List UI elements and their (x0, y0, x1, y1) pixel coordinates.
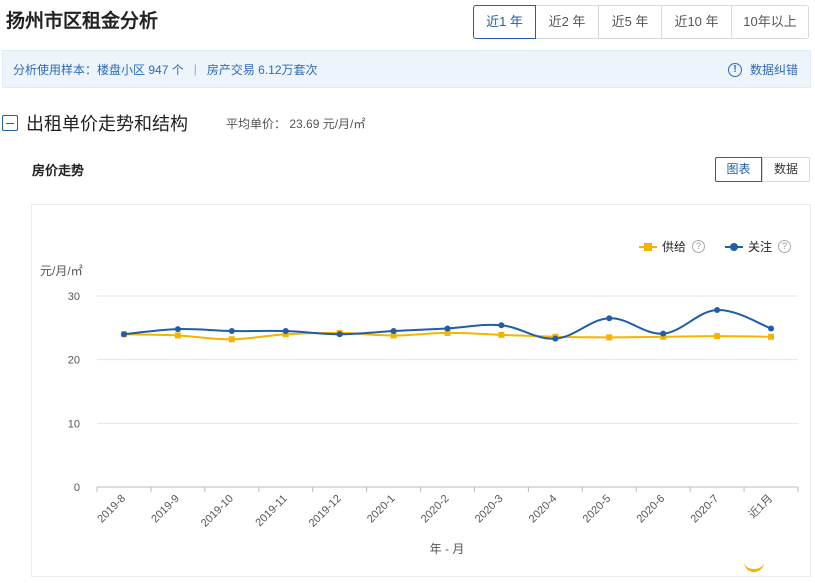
attention-data-point[interactable] (120, 331, 127, 338)
attention-data-point[interactable] (174, 326, 181, 333)
supply-data-point[interactable] (174, 332, 181, 339)
attention-data-point[interactable] (714, 307, 721, 314)
supply-data-point[interactable] (714, 333, 721, 340)
rent-trend-chart: 0 10 20 30 2019-8 2019-9 2019-10 2019-11 2019-12… (40, 264, 799, 556)
attention-legend-marker (725, 242, 743, 252)
legend-supply[interactable]: 供给 ? (639, 238, 706, 255)
x-tick-label: 2020-4 (527, 493, 560, 526)
x-tick-label: 近1月 (746, 492, 775, 521)
attention-data-point[interactable] (336, 331, 343, 338)
attention-data-point[interactable] (228, 328, 235, 335)
x-tick-label: 2020-3 (473, 493, 506, 526)
y-tick-label: 20 (68, 355, 80, 367)
x-tick-label: 2020-1 (365, 493, 398, 526)
x-tick-label: 2020-5 (581, 493, 614, 526)
attention-data-point[interactable] (282, 328, 289, 335)
attention-data-point[interactable] (552, 335, 559, 342)
y-axis-label: 元/月/㎡ (40, 264, 83, 278)
help-icon[interactable]: ? (692, 240, 706, 253)
x-tick-label: 2020-6 (635, 493, 668, 526)
supply-data-point[interactable] (768, 333, 775, 340)
x-tick-label: 2020-7 (689, 493, 722, 526)
supply-data-point[interactable] (228, 336, 235, 343)
legend-attention[interactable]: 关注 ? (725, 238, 792, 255)
attention-data-point[interactable] (390, 328, 397, 335)
help-icon[interactable]: ? (778, 240, 792, 253)
x-tick-label: 2020-2 (419, 493, 452, 526)
attention-data-point[interactable] (660, 330, 667, 337)
x-tick-label: 2019-11 (253, 493, 289, 529)
supply-legend-marker (639, 242, 657, 252)
x-tick-label: 2019-8 (95, 493, 128, 526)
attention-data-point[interactable] (768, 325, 775, 332)
supply-data-point[interactable] (606, 334, 613, 341)
y-tick-label: 10 (68, 418, 80, 430)
legend-attention-label: 关注 (748, 240, 773, 254)
x-tick-label: 2019-10 (199, 493, 236, 530)
range-tab-1y[interactable]: 近1 年 (473, 5, 536, 39)
x-tick-label: 2019-12 (307, 493, 344, 530)
supply-data-point[interactable] (498, 331, 505, 338)
legend-supply-label: 供给 (662, 240, 687, 254)
attention-data-point[interactable] (498, 322, 505, 329)
y-tick-label: 30 (68, 291, 80, 303)
y-tick-label: 0 (74, 482, 80, 494)
attention-data-point[interactable] (606, 315, 613, 322)
x-tick-label: 2019-9 (149, 493, 182, 526)
x-axis-label: 年 - 月 (430, 542, 465, 556)
attention-data-point[interactable] (444, 325, 451, 332)
